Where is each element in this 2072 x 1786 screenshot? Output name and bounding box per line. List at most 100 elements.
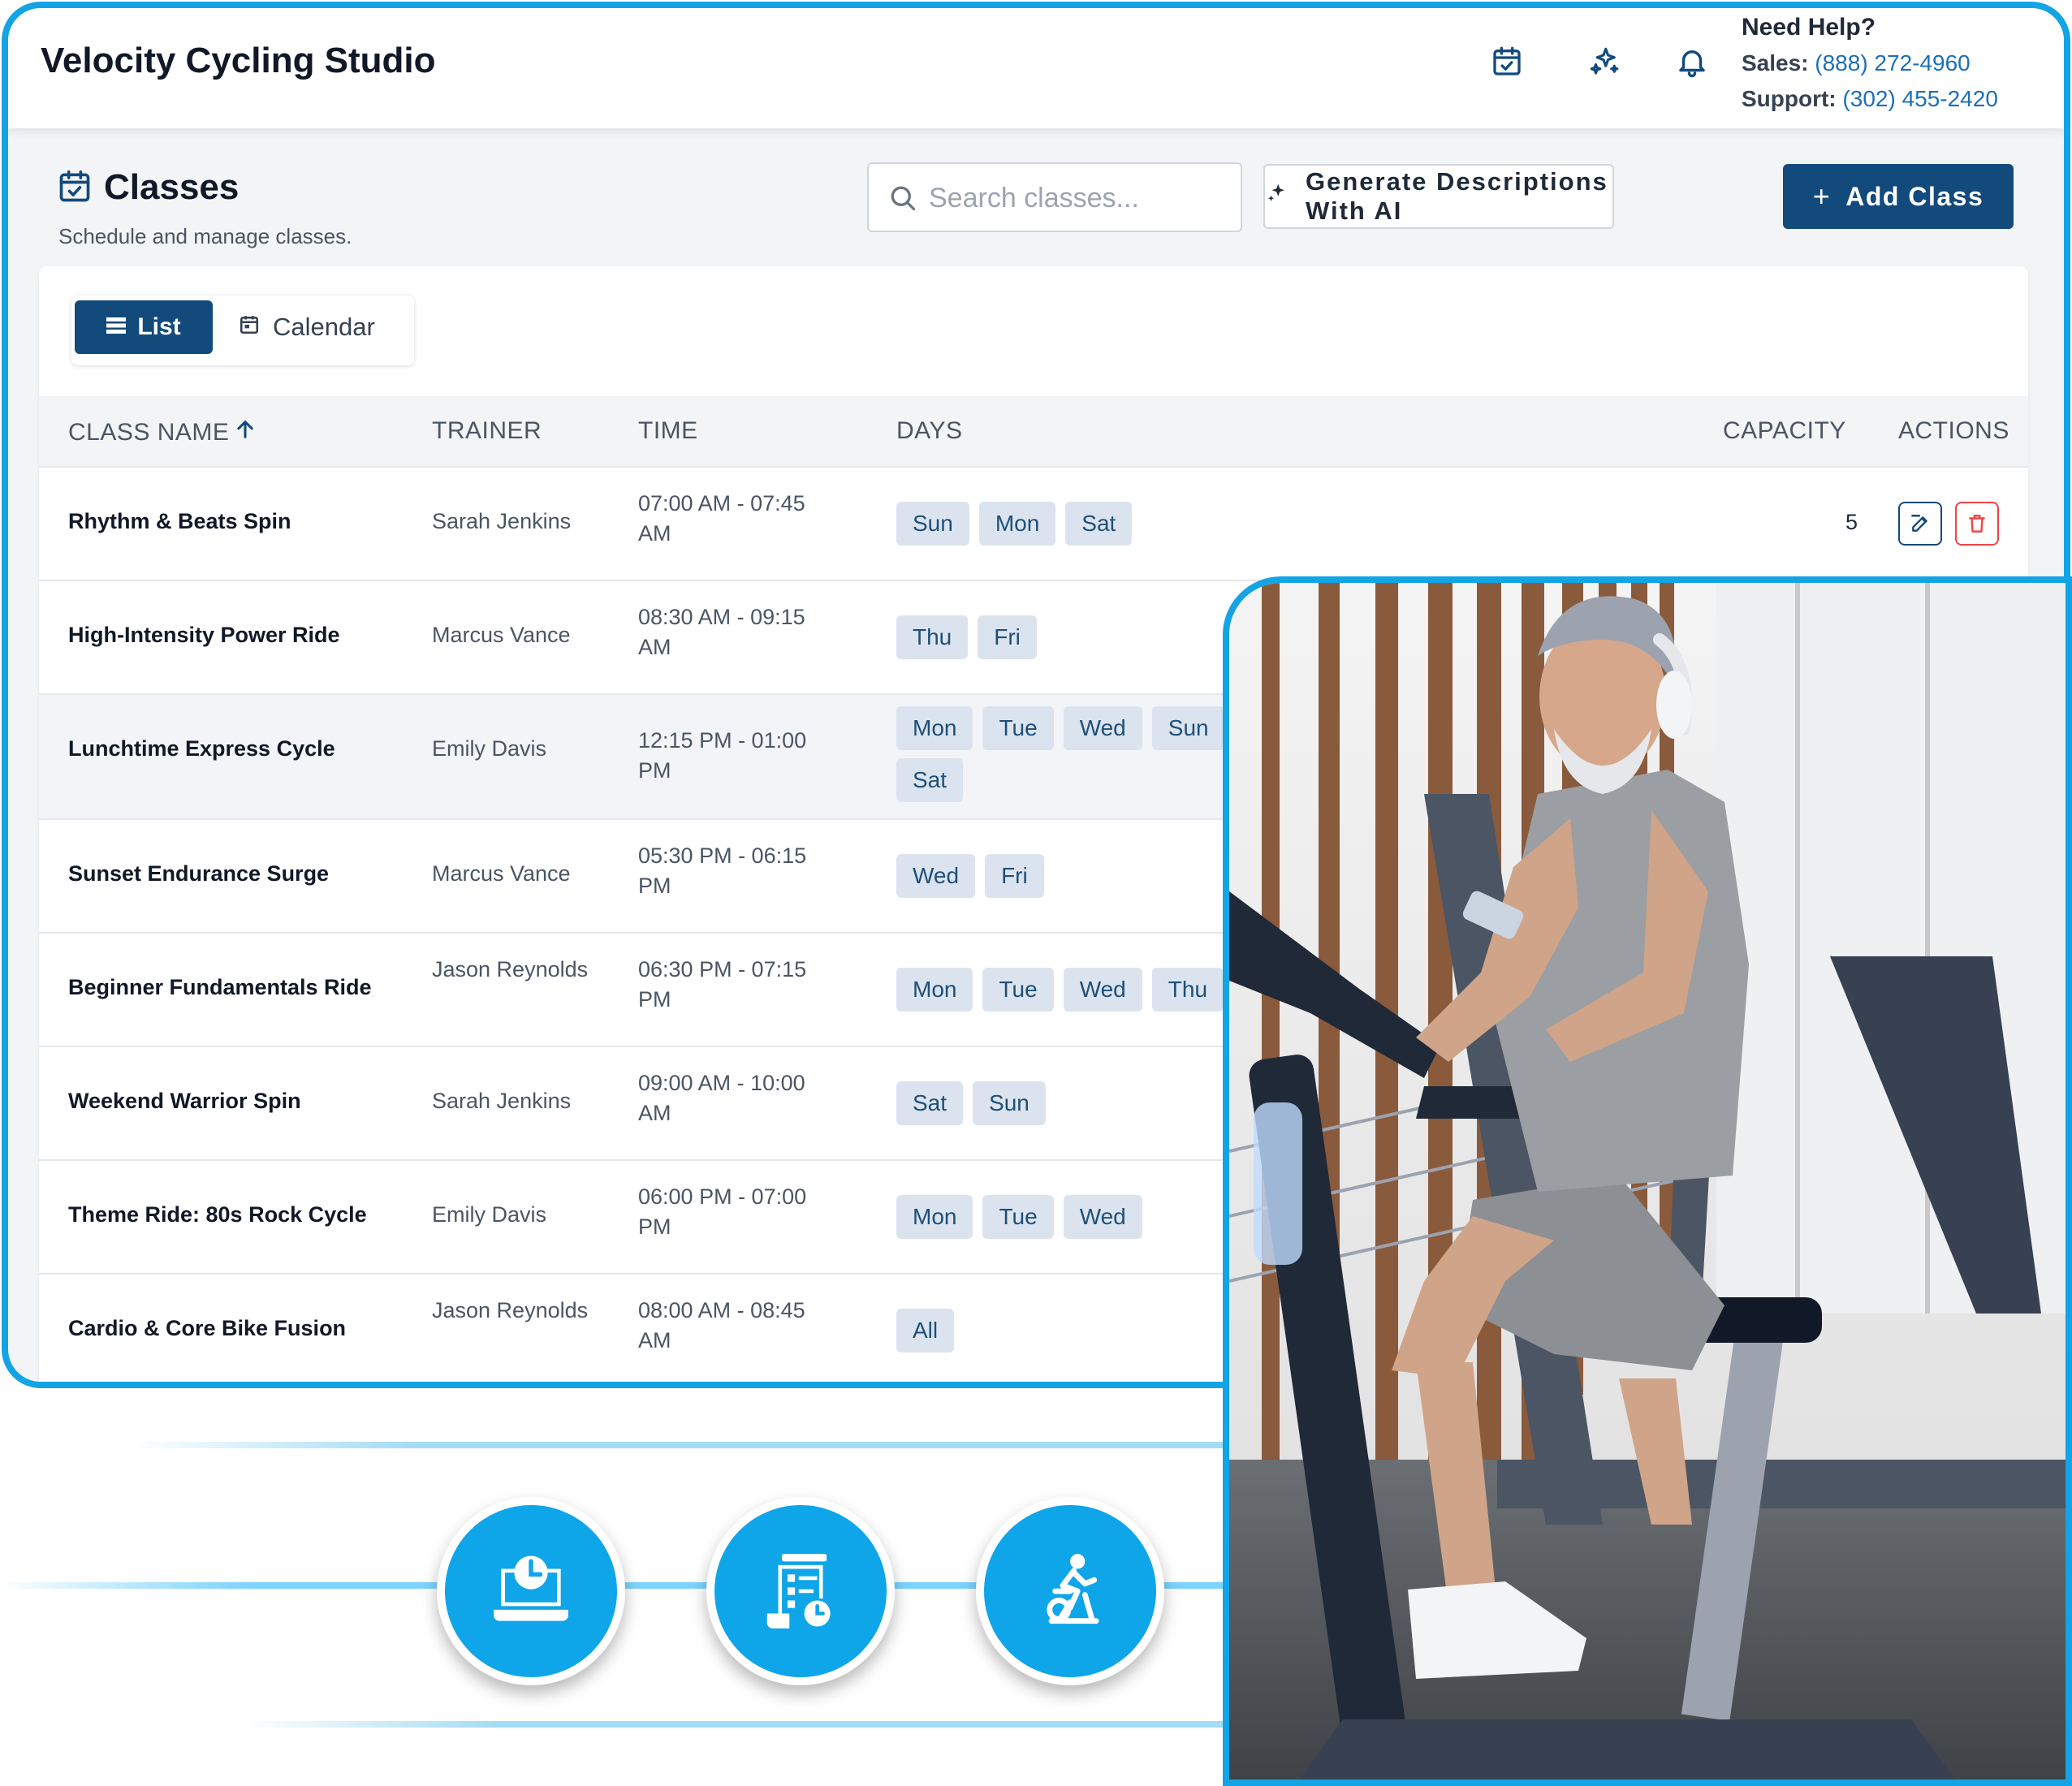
header-class-name-label: CLASS NAME bbox=[68, 419, 230, 446]
class-name: Weekend Warrior Spin bbox=[68, 1089, 301, 1113]
bell-icon[interactable] bbox=[1673, 42, 1712, 81]
feature-badge bbox=[706, 1497, 895, 1685]
class-name: Sunset Endurance Surge bbox=[68, 861, 330, 886]
trainer-name: Jason Reynolds bbox=[432, 1298, 589, 1322]
plus-icon: + bbox=[1812, 179, 1832, 213]
schedule-list-icon bbox=[714, 1505, 887, 1677]
day-chip: All bbox=[896, 1309, 955, 1352]
decorative-line bbox=[130, 1442, 1250, 1448]
day-chip: Tue bbox=[982, 968, 1054, 1012]
generate-descriptions-button[interactable]: Generate Descriptions With AI bbox=[1263, 164, 1614, 229]
sales-phone-link[interactable]: (888) 272-4960 bbox=[1815, 50, 1970, 75]
day-chip: Mon bbox=[896, 1195, 973, 1239]
laptop-clock-icon bbox=[445, 1505, 617, 1677]
day-chip: Sat bbox=[896, 1081, 964, 1125]
trainer-name: Emily Davis bbox=[432, 736, 547, 761]
sort-arrow-up-icon bbox=[234, 417, 257, 448]
day-chip: Sun bbox=[973, 1081, 1046, 1125]
header-trainer[interactable]: TRAINER bbox=[432, 417, 542, 445]
day-chip: Wed bbox=[1063, 1195, 1142, 1239]
search-box[interactable] bbox=[867, 162, 1242, 232]
day-chip: Fri bbox=[985, 854, 1044, 898]
trainer-name: Sarah Jenkins bbox=[432, 509, 572, 533]
class-name: Rhythm & Beats Spin bbox=[68, 509, 291, 533]
edit-icon bbox=[1911, 515, 1927, 532]
trainer-name: Marcus Vance bbox=[432, 861, 571, 886]
search-icon bbox=[888, 183, 917, 217]
header-class-name[interactable]: CLASS NAME bbox=[68, 417, 257, 448]
day-chip: Thu bbox=[1151, 968, 1224, 1012]
add-class-label: Add Class bbox=[1845, 181, 1984, 211]
page-title: Classes bbox=[104, 167, 240, 207]
class-name: Lunchtime Express Cycle bbox=[68, 736, 335, 761]
page-subtitle: Schedule and manage classes. bbox=[58, 224, 352, 248]
feature-badge bbox=[976, 1497, 1164, 1685]
table-header: CLASS NAME TRAINER TIME DAYS CAPACITY AC… bbox=[39, 396, 2028, 468]
class-time: 08:30 AM - 09:15 AM bbox=[638, 605, 805, 659]
top-bar: Velocity Cycling Studio Need Help? Sales… bbox=[8, 8, 2064, 128]
capacity-value: 5 bbox=[1845, 510, 1858, 534]
day-chip: Mon bbox=[978, 502, 1056, 546]
class-time: 12:15 PM - 01:00 PM bbox=[638, 728, 807, 783]
sparkles-icon bbox=[1265, 181, 1289, 212]
calendar-check-icon[interactable] bbox=[1487, 42, 1526, 81]
help-title: Need Help? bbox=[1742, 14, 1876, 41]
add-class-button[interactable]: + Add Class bbox=[1783, 164, 2014, 229]
generate-descriptions-label: Generate Descriptions With AI bbox=[1306, 167, 1608, 225]
trainer-name: Sarah Jenkins bbox=[432, 1089, 572, 1113]
support-label: Support: bbox=[1742, 86, 1837, 111]
cyclist-photo bbox=[1223, 576, 2072, 1786]
trash-icon bbox=[1969, 515, 1985, 533]
calendar-icon bbox=[239, 313, 260, 342]
day-chip: Mon bbox=[896, 968, 973, 1012]
class-time: 09:00 AM - 10:00 AM bbox=[638, 1071, 805, 1125]
day-chip: Sun bbox=[896, 502, 969, 546]
exercise-bike-icon bbox=[984, 1505, 1156, 1677]
tab-calendar-label: Calendar bbox=[273, 313, 375, 341]
edit-button[interactable] bbox=[1898, 502, 1942, 546]
class-time: 08:00 AM - 08:45 AM bbox=[638, 1298, 805, 1352]
trainer-name: Marcus Vance bbox=[432, 623, 571, 647]
delete-button[interactable] bbox=[1955, 502, 1999, 546]
calendar-check-icon bbox=[57, 169, 93, 209]
day-chip: Sat bbox=[1065, 502, 1133, 546]
days-list: Sun Mon Sat bbox=[896, 502, 1335, 546]
day-chip: Fri bbox=[978, 615, 1037, 659]
view-toggle: List Calendar bbox=[71, 296, 414, 365]
class-name: Theme Ride: 80s Rock Cycle bbox=[68, 1202, 367, 1227]
decorative-line bbox=[244, 1721, 1250, 1728]
day-chip: Thu bbox=[896, 615, 969, 659]
photo-illustration bbox=[1229, 583, 2066, 1780]
tab-list-label: List bbox=[137, 313, 181, 340]
trainer-name: Emily Davis bbox=[432, 1202, 547, 1227]
class-name: Beginner Fundamentals Ride bbox=[68, 975, 372, 999]
trainer-name: Jason Reynolds bbox=[432, 957, 589, 981]
day-chip: Tue bbox=[982, 706, 1054, 750]
header-capacity[interactable]: CAPACITY bbox=[1723, 417, 1846, 445]
help-contact: Need Help? Sales: (888) 272-4960 Support… bbox=[1742, 10, 1998, 117]
app-title: Velocity Cycling Studio bbox=[41, 41, 436, 80]
day-chip: Sat bbox=[896, 758, 964, 802]
day-chip: Tue bbox=[982, 1195, 1054, 1239]
day-chip: Wed bbox=[1063, 968, 1142, 1012]
class-name: High-Intensity Power Ride bbox=[68, 623, 340, 647]
search-input[interactable] bbox=[927, 179, 1228, 218]
header-days[interactable]: DAYS bbox=[896, 417, 962, 445]
day-chip: Mon bbox=[896, 706, 973, 750]
class-time: 07:00 AM - 07:45 AM bbox=[638, 491, 805, 546]
header-time[interactable]: TIME bbox=[638, 417, 698, 445]
day-chip: Sun bbox=[1151, 706, 1225, 750]
tab-list[interactable]: List bbox=[75, 300, 213, 354]
header-actions: ACTIONS bbox=[1898, 417, 2009, 444]
day-chip: Wed bbox=[896, 854, 976, 898]
class-name: Cardio & Core Bike Fusion bbox=[68, 1316, 347, 1340]
list-icon bbox=[106, 313, 127, 341]
tab-calendar[interactable]: Calendar bbox=[239, 300, 401, 354]
class-time: 06:30 PM - 07:15 PM bbox=[638, 957, 807, 1012]
sparkles-icon[interactable] bbox=[1585, 42, 1624, 81]
support-phone-link[interactable]: (302) 455-2420 bbox=[1842, 86, 1997, 111]
table-row[interactable]: Rhythm & Beats Spin Sarah Jenkins 07:00 AM… bbox=[39, 468, 2028, 581]
feature-badge bbox=[437, 1497, 625, 1685]
sales-label: Sales: bbox=[1742, 50, 1809, 75]
class-time: 06:00 PM - 07:00 PM bbox=[638, 1184, 807, 1239]
